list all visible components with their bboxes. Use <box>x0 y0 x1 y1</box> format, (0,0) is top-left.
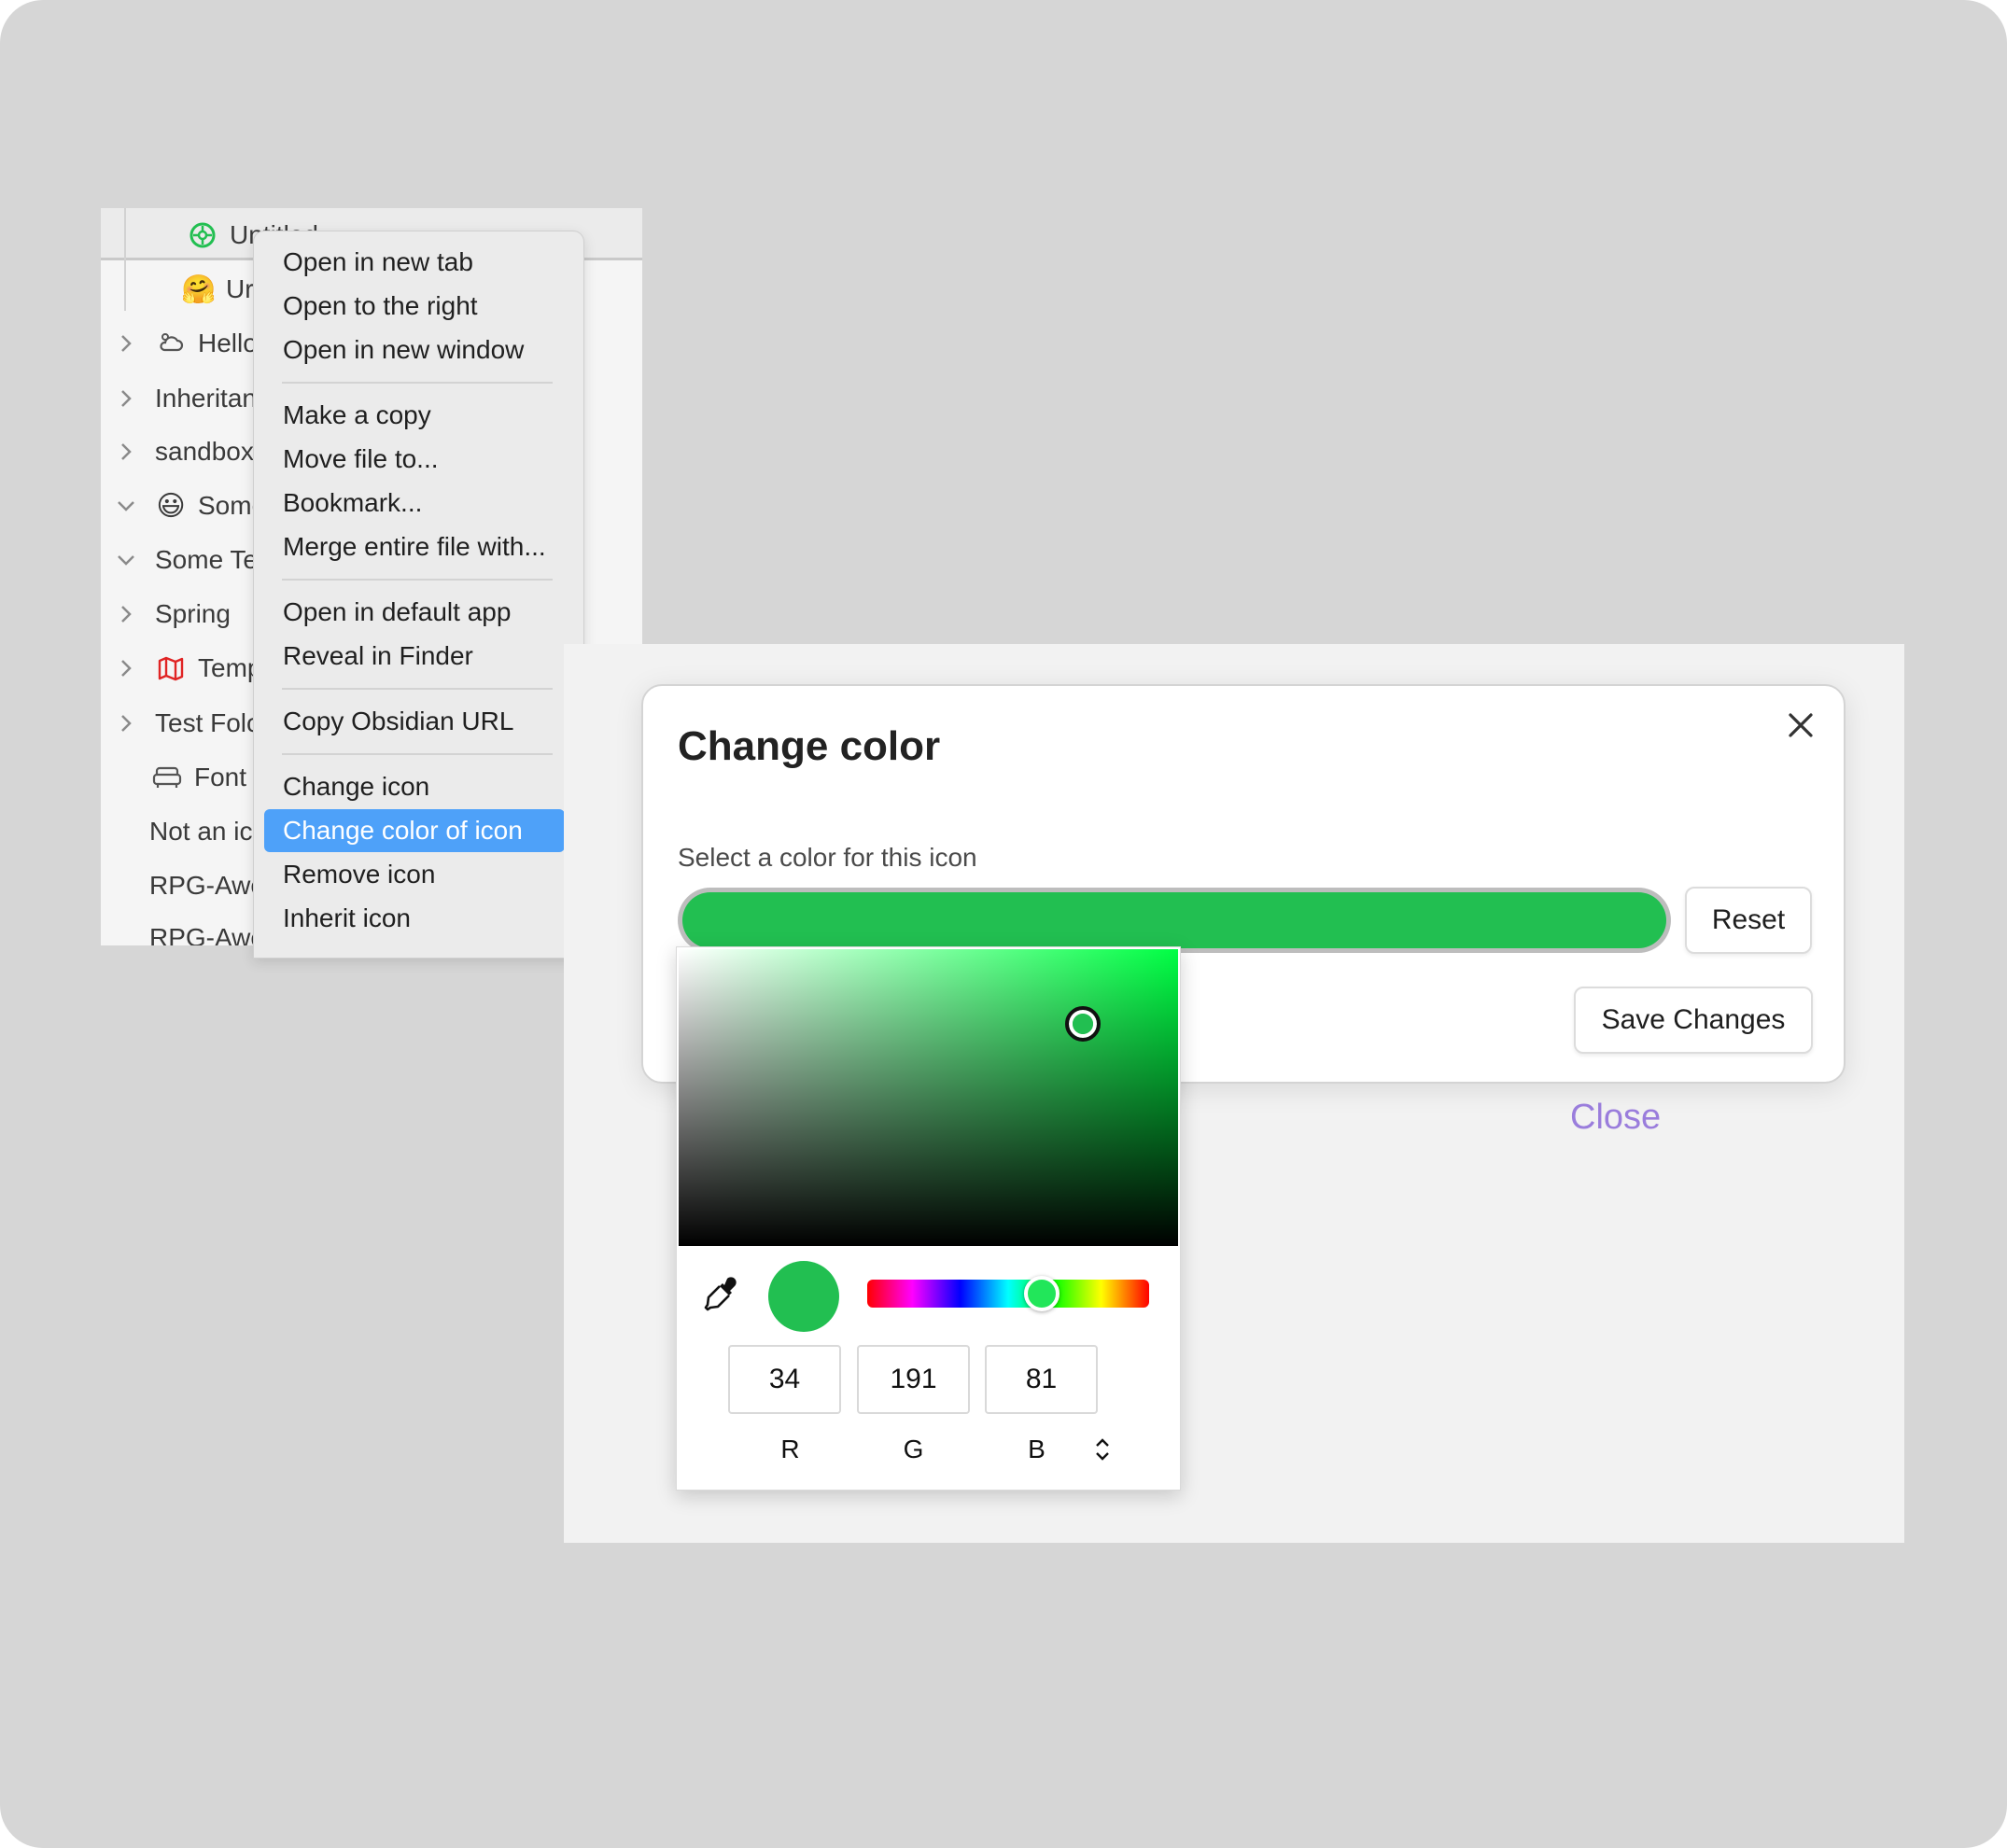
tree-item-label: Not an ic <box>149 817 253 846</box>
chevron-right-icon[interactable] <box>116 713 136 734</box>
chevron-right-icon[interactable] <box>116 441 136 462</box>
menu-item-remove-icon[interactable]: Remove icon <box>264 853 565 896</box>
saturation-value-area[interactable] <box>679 949 1178 1246</box>
chevron-down-icon[interactable] <box>116 550 136 570</box>
menu-item-open-new-tab[interactable]: Open in new tab <box>264 241 565 284</box>
green-label: G <box>903 1435 924 1463</box>
menu-item-reveal-finder[interactable]: Reveal in Finder <box>264 635 565 678</box>
tree-item-inheritan[interactable]: Inheritan <box>116 375 257 422</box>
saturation-value-cursor[interactable] <box>1065 1005 1102 1042</box>
sofa-icon <box>151 762 183 793</box>
chevron-right-icon[interactable] <box>116 658 136 679</box>
tree-item-label: RPG-Awe <box>149 923 265 945</box>
chevron-right-icon[interactable] <box>116 604 136 624</box>
chevron-up-down-icon[interactable] <box>1091 1436 1114 1463</box>
tree-item-hello[interactable]: Hello <box>116 320 258 367</box>
close-icon[interactable] <box>1780 705 1821 746</box>
menu-item-open-new-window[interactable]: Open in new window <box>264 329 565 371</box>
tree-item-test-folder[interactable]: Test Folc <box>116 700 260 747</box>
blue-value-input[interactable] <box>985 1345 1098 1414</box>
menu-item-copy-obsidian-url[interactable]: Copy Obsidian URL <box>264 700 565 743</box>
green-value-input[interactable] <box>857 1345 970 1414</box>
hue-slider-thumb[interactable] <box>1024 1276 1060 1311</box>
menu-item-make-copy[interactable]: Make a copy <box>264 394 565 437</box>
tree-item-label: Spring <box>155 599 231 628</box>
tree-item-label: Inheritan <box>155 384 257 413</box>
color-picker-popup: R G B <box>676 946 1181 1491</box>
red-label: R <box>780 1435 800 1463</box>
smiley-emoji-icon: 😃 <box>156 490 186 522</box>
modal-title: Change color <box>678 723 941 769</box>
tree-item-label: Hello <box>198 329 258 357</box>
menu-separator <box>282 382 553 384</box>
tree-item-label: sandbox <box>155 437 254 466</box>
cloud-sun-icon <box>155 328 187 359</box>
menu-item-merge-file[interactable]: Merge entire file with... <box>264 525 565 568</box>
red-value-input[interactable] <box>728 1345 841 1414</box>
tree-item-temp[interactable]: Temp <box>116 645 261 692</box>
tree-item-spring[interactable]: Spring <box>116 591 231 637</box>
tree-item-label: Test Folc <box>155 708 260 737</box>
save-changes-button[interactable]: Save Changes <box>1574 987 1813 1054</box>
tree-item-sandbox[interactable]: sandbox <box>116 428 254 475</box>
chevron-right-icon[interactable] <box>116 333 136 354</box>
chevron-down-icon[interactable] <box>116 496 136 516</box>
tree-item-ur[interactable]: 🤗 Ur <box>181 266 254 313</box>
menu-item-bookmark[interactable]: Bookmark... <box>264 482 565 525</box>
menu-item-change-color-of-icon[interactable]: Change color of icon <box>264 809 565 852</box>
menu-separator <box>282 753 553 755</box>
tree-item-some-emoji[interactable]: 😃 Some <box>116 483 266 529</box>
color-input-swatch <box>682 892 1666 948</box>
tree-item-label: Font <box>194 763 247 791</box>
menu-item-open-to-right[interactable]: Open to the right <box>264 285 565 328</box>
color-field-label: Select a color for this icon <box>678 843 977 872</box>
context-menu: Open in new tab Open to the right Open i… <box>253 231 584 959</box>
tree-item-label: RPG-Awe <box>149 871 265 900</box>
color-input[interactable] <box>678 888 1671 953</box>
color-preview-swatch <box>768 1261 839 1332</box>
blue-label: B <box>1028 1435 1046 1463</box>
chevron-right-icon[interactable] <box>116 388 136 409</box>
tree-item-rpg-awesome-2[interactable]: RPG-Awe <box>149 915 265 945</box>
menu-separator <box>282 688 553 690</box>
tree-item-some-te[interactable]: Some Te <box>116 537 258 583</box>
hugging-face-emoji-icon: 🤗 <box>181 273 217 305</box>
menu-item-change-icon[interactable]: Change icon <box>264 765 565 808</box>
tree-item-not-an-icon[interactable]: Not an ic <box>149 808 253 855</box>
hue-slider[interactable] <box>867 1276 1149 1311</box>
eyedropper-icon[interactable] <box>703 1274 740 1311</box>
menu-separator <box>282 579 553 581</box>
tree-item-rpg-awesome-1[interactable]: RPG-Awe <box>149 862 265 909</box>
tree-indent-guide <box>124 208 126 311</box>
green-flower-icon <box>187 219 218 251</box>
map-icon <box>155 652 187 684</box>
menu-item-move-file[interactable]: Move file to... <box>264 438 565 481</box>
tree-item-font[interactable]: Font <box>151 754 246 801</box>
reset-button[interactable]: Reset <box>1685 887 1812 954</box>
tree-item-label: Some Te <box>155 545 258 574</box>
close-link[interactable]: Close <box>1570 1098 1661 1138</box>
tree-item-label: Ur <box>226 274 254 303</box>
cursor-fill <box>1073 1013 1094 1034</box>
menu-item-inherit-icon[interactable]: Inherit icon <box>264 897 565 940</box>
menu-item-open-default-app[interactable]: Open in default app <box>264 591 565 634</box>
